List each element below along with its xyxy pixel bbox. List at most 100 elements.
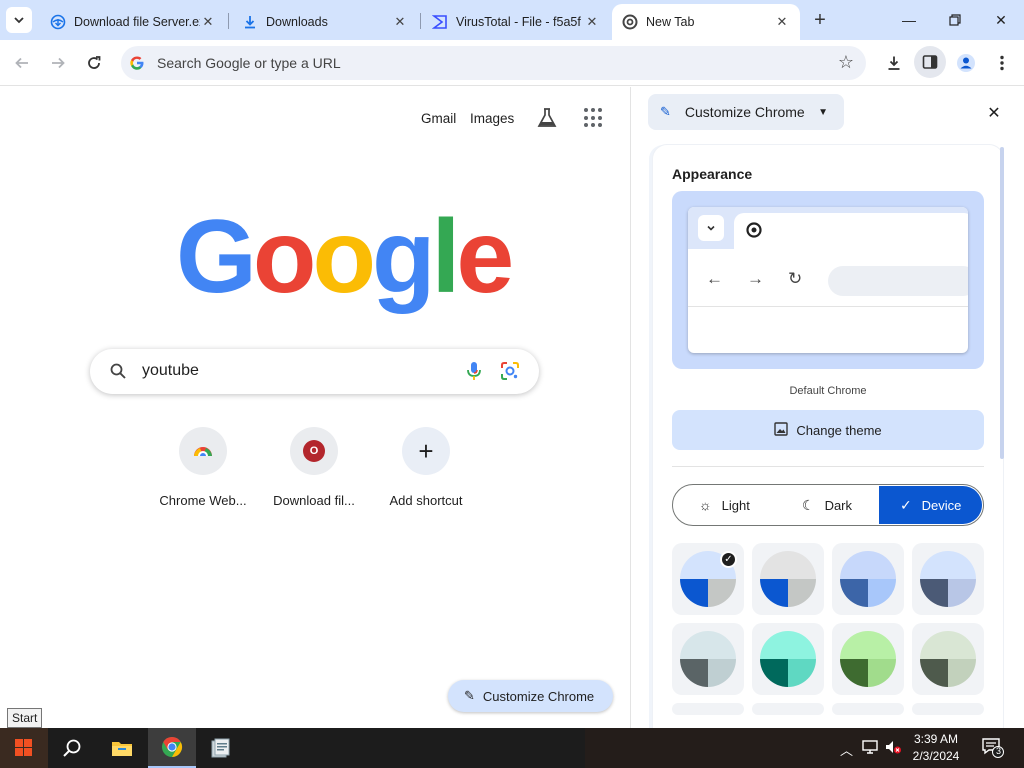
color-swatch[interactable] [912, 543, 984, 615]
logo-letter: o [252, 199, 317, 315]
theme-preview: ← → ↻ [672, 191, 984, 369]
labs-flask-icon[interactable] [535, 106, 559, 130]
site-letter-icon: O [303, 440, 325, 462]
color-swatch[interactable] [752, 703, 824, 715]
tab-virustotal[interactable]: VirusTotal - File - f5a5f ✕ [422, 4, 610, 40]
profile-button[interactable] [953, 50, 979, 76]
tab-download-file-server[interactable]: Download file Server.ex ✕ [40, 4, 226, 40]
start-button[interactable] [0, 728, 48, 768]
clock-time: 3:39 AM [913, 732, 959, 746]
arrow-left-icon: ← [706, 269, 723, 288]
new-tab-button[interactable]: + [808, 8, 832, 32]
moon-icon: ☾ [802, 496, 815, 513]
chrome-icon [746, 222, 762, 241]
caret-down-icon: ▼ [818, 106, 828, 118]
google-g-icon [129, 55, 145, 71]
side-panel-header-dropdown[interactable]: ✎ Customize Chrome ▼ [648, 94, 844, 130]
tab-search-button[interactable] [6, 7, 32, 33]
logo-letter: G [176, 199, 257, 315]
images-link[interactable]: Images [470, 111, 514, 126]
color-swatch[interactable]: ✓ [672, 543, 744, 615]
tab-strip: Download file Server.ex ✕ Downloads ✕ Vi… [0, 0, 1024, 40]
chrome-icon [162, 736, 183, 758]
mode-label: Device [921, 497, 962, 513]
restore-button[interactable] [940, 8, 970, 32]
color-swatch[interactable] [912, 703, 984, 715]
bookmark-star-icon[interactable]: ☆ [838, 52, 854, 73]
download-icon [242, 14, 258, 30]
volume-muted-icon[interactable] [884, 739, 902, 758]
omnibox[interactable]: Search Google or type a URL ☆ [121, 46, 866, 80]
virustotal-icon [432, 14, 448, 30]
mode-selector: ☼ Light ☾ Dark ✓ Device [672, 484, 984, 526]
side-panel-button[interactable] [914, 46, 946, 78]
side-panel-title: Customize Chrome [684, 104, 805, 120]
tab-new-tab[interactable]: New Tab ✕ [612, 4, 800, 40]
mode-dark-button[interactable]: ☾ Dark [776, 485, 879, 525]
color-swatch[interactable] [752, 543, 824, 615]
microphone-icon[interactable] [466, 361, 482, 384]
taskbar: ︿ 3:39 AM 2/3/2024 3 [0, 728, 1024, 768]
sun-icon: ☼ [698, 497, 712, 513]
customize-chrome-button[interactable]: ✎ Customize Chrome [448, 680, 613, 712]
shortcut-chrome-web-store[interactable]: Chrome Web... [148, 427, 258, 508]
color-swatch[interactable] [912, 623, 984, 695]
tab-downloads[interactable]: Downloads ✕ [232, 4, 418, 40]
taskbar-chrome[interactable] [148, 728, 196, 768]
change-theme-button[interactable]: Change theme [672, 410, 984, 450]
chrome-web-store-icon [179, 427, 227, 475]
color-swatch[interactable] [832, 703, 904, 715]
preview-omnibox [828, 266, 968, 296]
close-icon[interactable]: ✕ [200, 14, 216, 30]
shortcut-label: Download fil... [273, 493, 355, 508]
shortcut-download-file[interactable]: O Download fil... [259, 427, 369, 508]
reload-button[interactable] [81, 50, 107, 76]
mode-label: Light [721, 497, 750, 513]
system-clock[interactable]: 3:39 AM 2/3/2024 [906, 731, 966, 765]
google-lens-icon[interactable] [500, 361, 520, 384]
close-window-button[interactable]: ✕ [986, 8, 1016, 32]
color-swatch[interactable] [832, 543, 904, 615]
swatch-circle [840, 631, 896, 687]
arrow-right-icon [52, 57, 65, 69]
site-favicon: O [290, 427, 338, 475]
mode-device-button[interactable]: ✓ Device [879, 486, 983, 524]
search-box[interactable]: youtube [90, 349, 539, 394]
taskbar-app[interactable] [196, 728, 244, 768]
close-icon[interactable]: ✕ [774, 14, 790, 30]
close-icon[interactable]: ✕ [584, 14, 600, 30]
notification-center-button[interactable]: 3 [982, 738, 1004, 758]
minimize-button[interactable]: — [894, 8, 924, 32]
swatch-circle [680, 631, 736, 687]
taskbar-file-explorer[interactable] [98, 728, 146, 768]
color-swatch[interactable] [672, 703, 744, 715]
arrow-left-icon [15, 57, 28, 69]
chevron-down-icon [698, 215, 724, 241]
google-apps-icon[interactable] [584, 108, 604, 128]
menu-button[interactable] [989, 50, 1015, 76]
color-swatch[interactable] [752, 623, 824, 695]
checkmark-icon: ✓ [899, 496, 912, 513]
color-swatch[interactable] [672, 623, 744, 695]
search-query[interactable]: youtube [142, 362, 199, 380]
restore-icon [949, 14, 961, 26]
network-icon[interactable] [862, 739, 880, 758]
gmail-link[interactable]: Gmail [421, 111, 456, 126]
close-icon[interactable]: ✕ [392, 14, 408, 30]
taskbar-search-button[interactable] [48, 728, 96, 768]
mode-light-button[interactable]: ☼ Light [673, 485, 776, 525]
swatch-circle [760, 631, 816, 687]
chrome-icon [622, 14, 638, 30]
color-swatch[interactable] [832, 623, 904, 695]
pencil-icon: ✎ [464, 688, 475, 703]
forward-button[interactable] [45, 50, 71, 76]
shortcut-add[interactable]: + Add shortcut [371, 427, 481, 508]
tab-title: VirusTotal - File - f5a5f [456, 15, 581, 29]
scrollbar[interactable] [1000, 147, 1004, 459]
chevron-up-icon[interactable]: ︿ [840, 740, 853, 759]
close-side-panel-button[interactable]: ✕ [984, 103, 1004, 123]
back-button[interactable] [9, 50, 35, 76]
search-icon [63, 739, 81, 757]
downloads-button[interactable] [881, 50, 907, 76]
checkmark-icon: ✓ [720, 551, 737, 568]
